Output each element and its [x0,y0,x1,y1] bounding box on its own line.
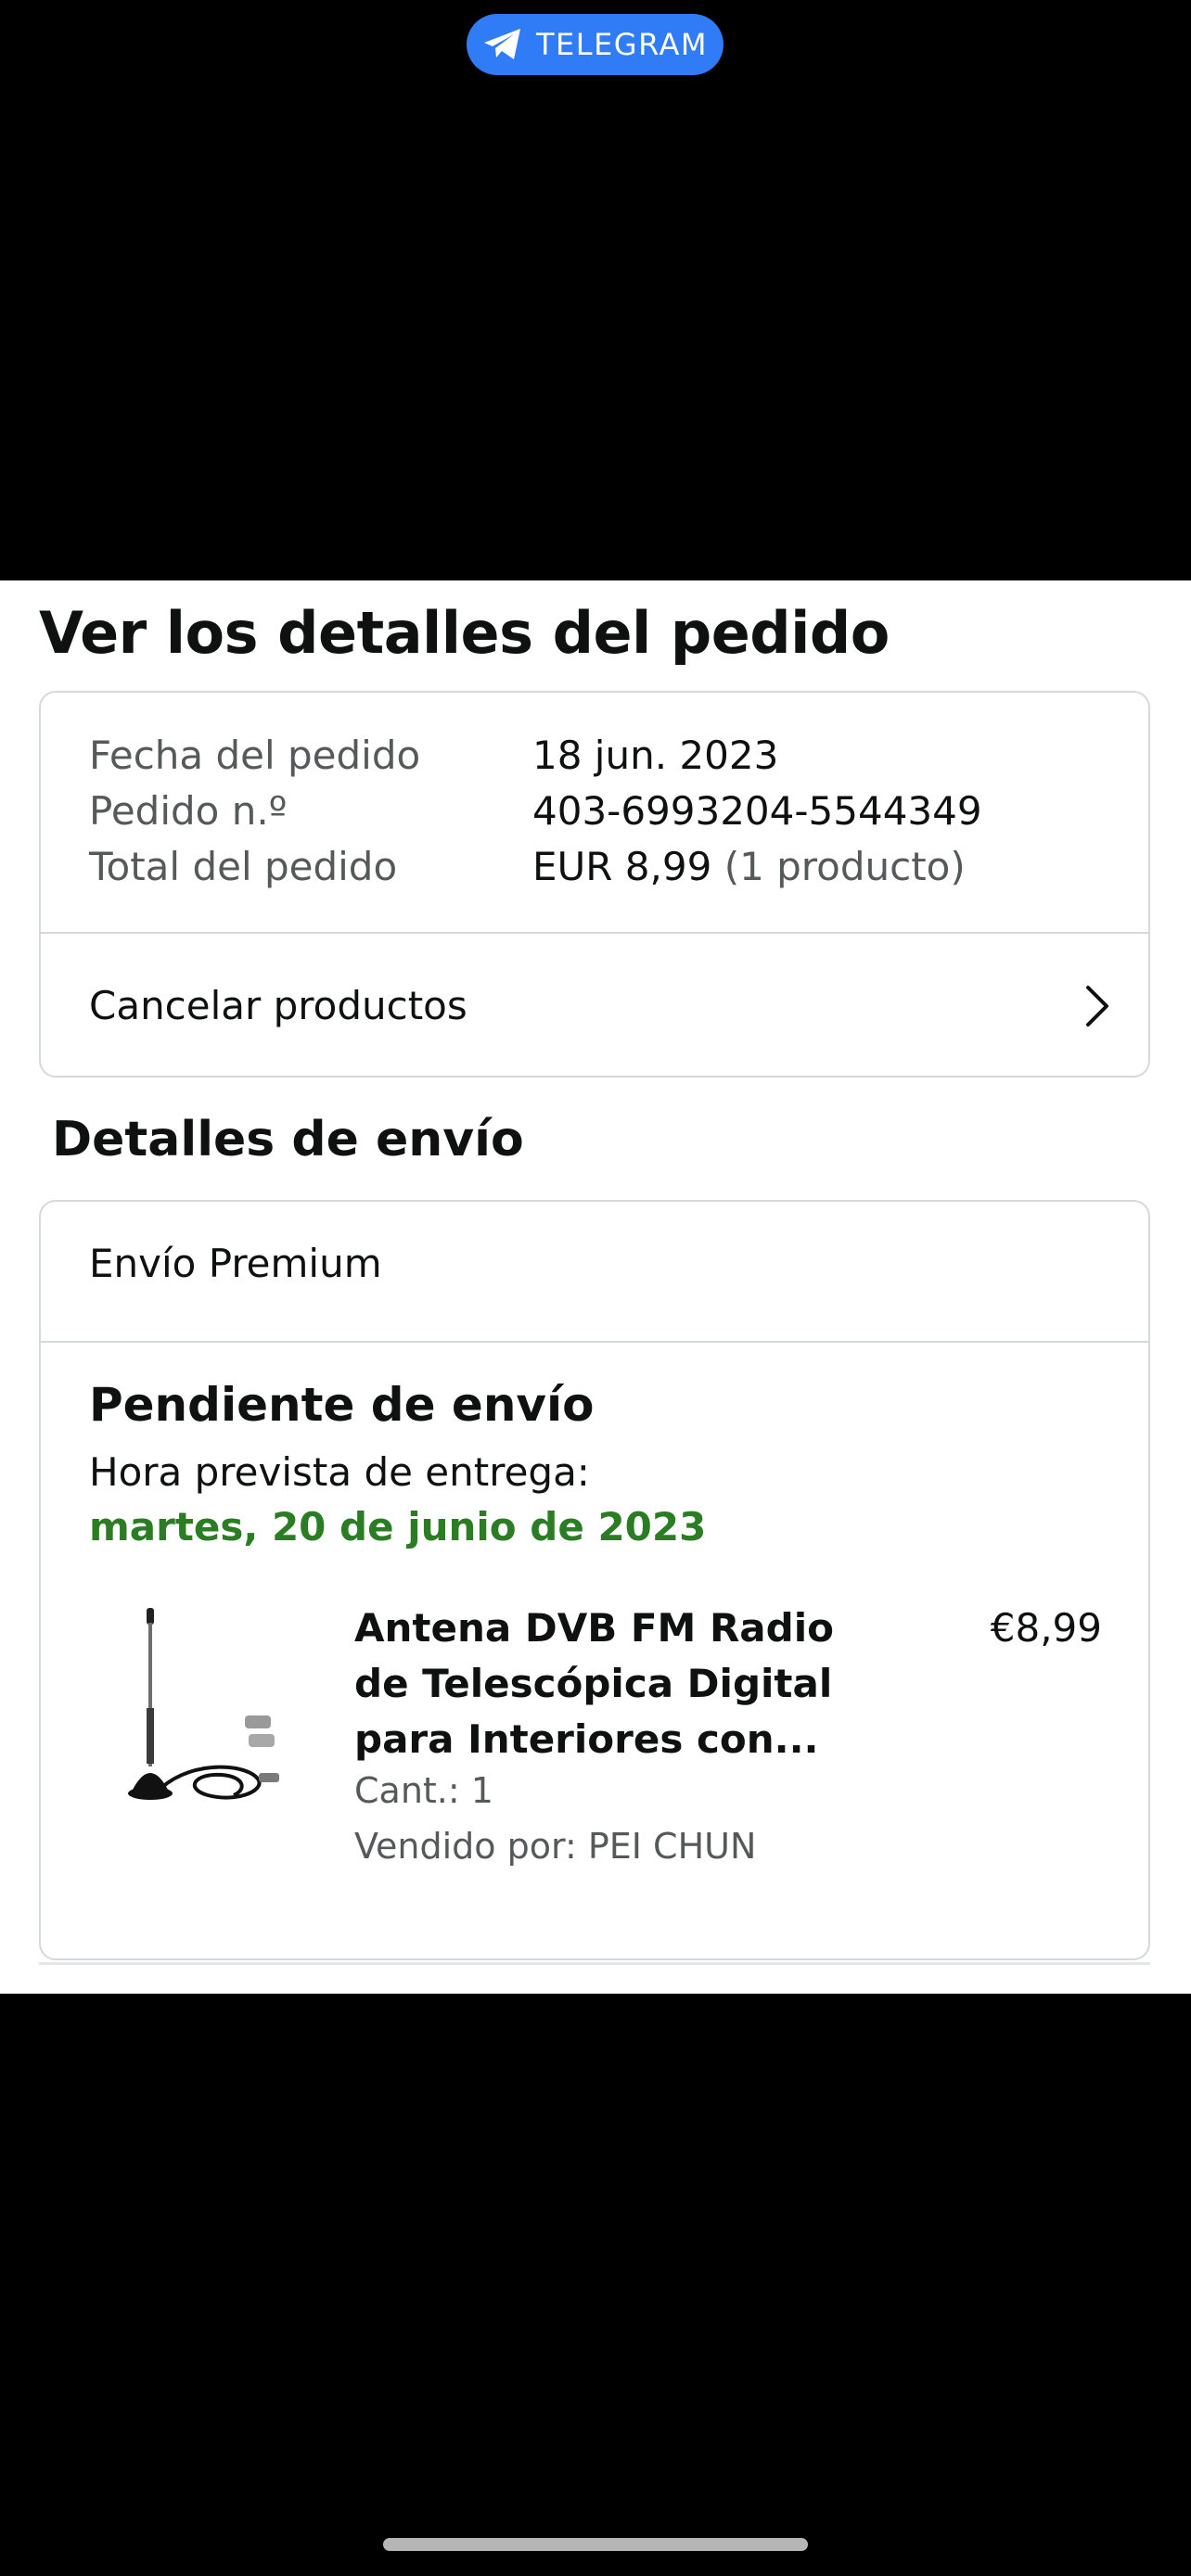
order-number-label: Pedido n.º [89,788,288,834]
cancel-products-label: Cancelar productos [89,983,467,1028]
order-date-value: 18 jun. 2023 [532,733,779,778]
shipment-status: Pendiente de envío [89,1378,595,1432]
product-title-link[interactable]: Antena DVB FM Radio de Telescópica Digit… [354,1600,874,1767]
telegram-label: TELEGRAM [535,27,709,62]
shipping-card: Envío Premium Pendiente de envío Hora pr… [39,1200,1150,1960]
product-price: €8,99 [990,1605,1102,1651]
order-total-row: Total del pedido EUR 8,99 (1 producto) [89,839,966,895]
order-number-value: 403-6993204-5544349 [532,788,982,834]
product-quantity: Cant.: 1 [354,1770,493,1811]
order-date-row: Fecha del pedido 18 jun. 2023 [89,728,778,784]
order-total-value: EUR 8,99 (1 producto) [532,839,966,895]
telegram-badge[interactable]: TELEGRAM [467,14,724,75]
product-seller: Vendido por: PEI CHUN [354,1826,757,1867]
card-divider [41,1341,1148,1343]
shipping-section-title: Detalles de envío [52,1112,524,1167]
bottom-divider [39,1962,1150,1965]
cancel-products-button[interactable]: Cancelar productos [41,934,1148,1078]
order-total-count: (1 producto) [724,844,966,889]
antenna-product-image[interactable] [106,1606,291,1819]
order-date-label: Fecha del pedido [89,733,421,778]
order-number-row: Pedido n.º 403-6993204-5544349 [89,784,982,839]
order-total-amount: EUR 8,99 [532,844,712,889]
page-title: Ver los detalles del pedido [39,599,890,667]
telegram-paper-plane-icon [483,29,520,59]
order-total-label: Total del pedido [89,844,398,889]
order-summary-card: Fecha del pedido 18 jun. 2023 Pedido n.º… [39,691,1150,1078]
chevron-right-icon [1086,985,1108,1027]
order-details-screen: Ver los detalles del pedido Fecha del pe… [0,580,1191,1994]
shipping-method: Envío Premium [89,1241,382,1286]
delivery-eta-date: martes, 20 de junio de 2023 [89,1504,707,1549]
home-indicator[interactable] [383,2538,808,2551]
delivery-eta-label: Hora prevista de entrega: [89,1449,590,1495]
